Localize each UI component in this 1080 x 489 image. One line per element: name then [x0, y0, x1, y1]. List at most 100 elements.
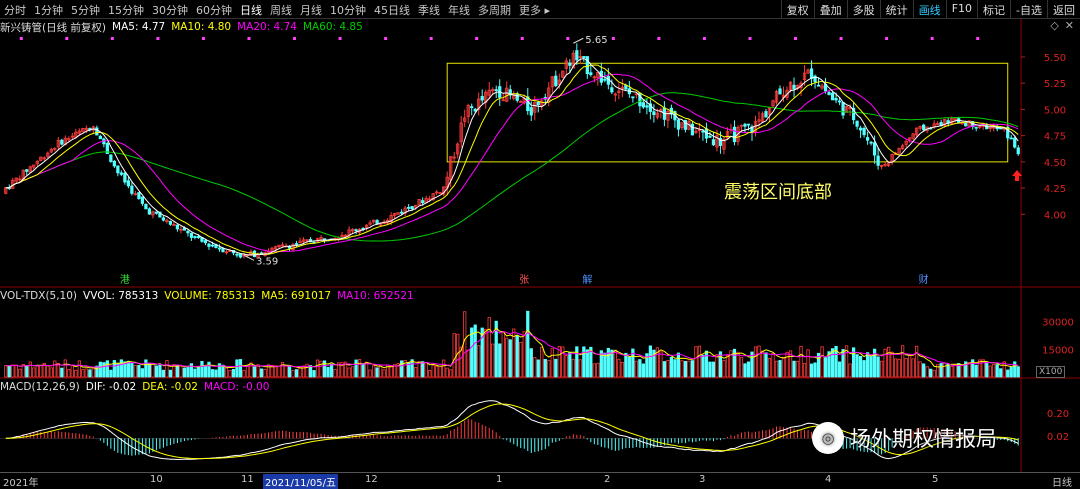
volume-bar: [533, 357, 537, 378]
candle-body: [140, 196, 145, 204]
candle-body: [529, 107, 533, 116]
volume-bar: [704, 350, 709, 378]
candle-body: [154, 211, 159, 214]
volume-bar: [974, 364, 978, 378]
volume-bar: [291, 369, 295, 378]
volume-bar: [438, 365, 442, 378]
candle-body: [354, 229, 358, 232]
volume-bar: [84, 368, 88, 378]
volume-bar: [91, 368, 95, 378]
volume-bar: [424, 361, 428, 378]
date-label-oct: 10: [150, 474, 163, 485]
box-bottom-label: 震荡区间底部: [724, 182, 832, 203]
candle-body: [858, 127, 863, 131]
candle-body: [294, 243, 299, 245]
candle-body: [119, 172, 123, 175]
price-tick-label: 4.00: [1044, 210, 1066, 221]
volume-bar: [126, 360, 130, 378]
volume-bar: [915, 345, 919, 378]
candle-body: [235, 253, 239, 256]
volume-bar: [109, 369, 113, 378]
volume-bar: [53, 360, 57, 378]
volume-bar: [953, 364, 957, 378]
volume-bar: [760, 350, 765, 378]
volume-bar: [470, 327, 474, 378]
volume-bar: [897, 358, 901, 378]
candle-body: [196, 236, 201, 239]
volume-bar: [203, 365, 208, 378]
candle-body: [865, 137, 870, 141]
volume-bar: [848, 363, 852, 378]
candle-body: [421, 200, 425, 204]
volume-bar: [235, 359, 239, 378]
volume-bar: [428, 370, 432, 378]
volume-bar: [364, 361, 369, 378]
volume-bar: [985, 362, 989, 378]
candle-body: [186, 230, 190, 234]
event-label: 张: [519, 274, 529, 286]
ma20-line: [5, 73, 1019, 253]
volume-bar: [564, 355, 568, 378]
signal-dot: [520, 37, 524, 40]
volume-bar: [39, 365, 43, 378]
volume-bar: [862, 360, 866, 378]
volume-bar: [329, 363, 334, 378]
volume-bar: [540, 346, 544, 378]
volume-bar: [515, 335, 519, 378]
volume-bar: [463, 311, 467, 378]
volume-bar: [890, 351, 894, 378]
date-label-nov: 11: [241, 474, 254, 485]
volume-bar: [722, 360, 726, 378]
kline-chart[interactable]: 4.00 4.25 4.50 4.75 5.00 5.25 5.50 15000 30000 0.…: [0, 0, 1080, 486]
volume-bar: [7, 365, 11, 378]
volume-bar: [168, 369, 173, 378]
volume-bar: [536, 359, 540, 378]
volume-bar: [350, 366, 355, 378]
price-tick-label: 4.50: [1044, 158, 1066, 169]
signal-dot: [201, 37, 205, 40]
volume-bar: [375, 367, 379, 378]
high-label: 5.65: [585, 35, 607, 46]
volume-bar: [922, 363, 926, 378]
volume-bar: [690, 360, 695, 378]
volume-bar: [63, 359, 67, 378]
volume-bar: [781, 356, 786, 378]
candle-body: [95, 127, 99, 136]
signal-dot: [885, 37, 889, 40]
volume-bar: [333, 369, 337, 378]
volume-bar: [725, 355, 730, 378]
price-tick-label: 5.50: [1044, 53, 1066, 64]
candle-body: [144, 204, 148, 210]
candle-body: [582, 56, 586, 59]
signal-dot: [930, 37, 934, 40]
candle-body: [746, 123, 751, 126]
volume-bar: [820, 346, 824, 378]
candle-body: [974, 126, 978, 129]
volume-bar: [585, 349, 589, 378]
candle-body: [400, 211, 404, 214]
volume-bar: [799, 345, 803, 378]
candle-body: [175, 224, 180, 230]
volume-bar: [368, 369, 372, 378]
volume-bar: [210, 369, 215, 378]
signal-dot: [429, 37, 433, 40]
volume-bar: [795, 360, 800, 378]
volume-bar: [932, 369, 936, 378]
candle-body: [147, 208, 152, 215]
volume-bar: [869, 355, 873, 378]
signal-dot: [566, 37, 570, 40]
volume-bar: [501, 331, 505, 378]
volume-bar: [739, 357, 744, 378]
date-label-apr: 4: [825, 474, 832, 485]
volume-bar: [161, 369, 166, 378]
candle-body: [189, 232, 194, 238]
volume-bar: [648, 345, 653, 378]
signal-dot: [338, 37, 342, 40]
volume-bar: [785, 351, 789, 378]
volume-bar: [14, 364, 18, 378]
volume-bar: [988, 365, 992, 378]
volume-bar: [950, 365, 954, 378]
volume-bar: [925, 366, 929, 378]
volume-bar: [669, 356, 674, 378]
volume-bar: [627, 356, 631, 378]
